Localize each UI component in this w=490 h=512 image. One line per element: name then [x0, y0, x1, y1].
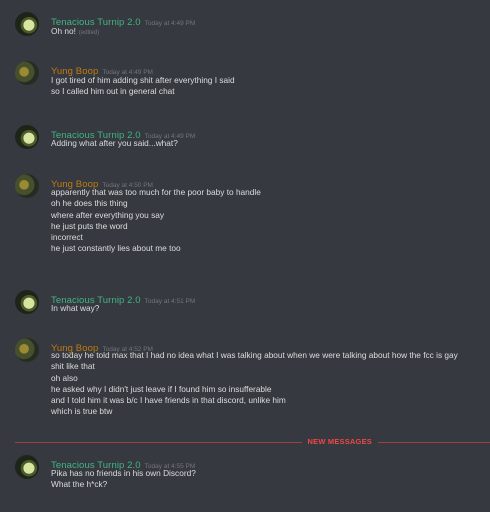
- user-avatar[interactable]: [15, 455, 39, 479]
- message-body: Adding what after you said...what?: [51, 138, 483, 149]
- message-body: In what way?: [51, 303, 483, 314]
- message-line: What the h*ck?: [51, 479, 108, 490]
- edited-tag: (edited): [78, 30, 100, 36]
- user-avatar[interactable]: [15, 12, 39, 36]
- message-header: Tenacious Turnip 2.0 Today at 4:55 PM: [51, 455, 195, 471]
- user-avatar[interactable]: [15, 290, 39, 314]
- message-line: and I told him it was b/c I have friends…: [51, 395, 286, 406]
- user-avatar[interactable]: [15, 125, 39, 149]
- message-line: I got tired of him adding shit after eve…: [51, 75, 235, 85]
- chat-messages: Tenacious Turnip 2.0 Today at 4:49 PM Oh …: [0, 0, 490, 512]
- user-avatar[interactable]: [15, 61, 39, 85]
- message-line: so today he told max that I had no idea …: [51, 350, 458, 360]
- message-header: Tenacious Turnip 2.0 Today at 4:51 PM: [51, 290, 195, 306]
- message-header: Tenacious Turnip 2.0 Today at 4:49 PM: [51, 125, 195, 141]
- message-line: he just constantly lies about me too: [51, 243, 181, 254]
- new-messages-label: NEW MESSAGES: [301, 437, 378, 447]
- message-line: he asked why I didn't just leave if I fo…: [51, 383, 272, 394]
- user-avatar[interactable]: [15, 174, 39, 198]
- message-body: so today he told max that I had no idea …: [51, 350, 483, 418]
- message-header: Tenacious Turnip 2.0 Today at 4:49 PM: [51, 12, 195, 28]
- message-line: apparently that was too much for the poo…: [51, 187, 261, 197]
- message-header: Yung Boop Today at 4:50 PM: [51, 174, 153, 190]
- message-line: Adding what after you said...what?: [51, 138, 178, 148]
- user-avatar[interactable]: [15, 338, 39, 362]
- message-line: he just puts the word: [51, 220, 128, 231]
- message-line: Oh no! (edited): [51, 26, 100, 36]
- message-line: which is true btw: [51, 406, 113, 417]
- message-line: oh he does this thing: [51, 198, 128, 209]
- message-line: In what way?: [51, 303, 100, 313]
- new-messages-divider: NEW MESSAGES: [15, 437, 490, 447]
- divider-rule: [15, 442, 490, 443]
- message-line: so I called him out in general chat: [51, 86, 175, 97]
- message-body: I got tired of him adding shit after eve…: [51, 75, 483, 98]
- message-line: shit like that: [51, 361, 95, 372]
- message-line: incorrect: [51, 232, 83, 243]
- message-line: Pika has no friends in his own Discord?: [51, 468, 196, 478]
- message-body: apparently that was too much for the poo…: [51, 187, 483, 255]
- message-body: Oh no! (edited): [51, 26, 483, 39]
- message-body: Pika has no friends in his own Discord? …: [51, 468, 483, 491]
- message-header: Yung Boop Today at 4:49 PM: [51, 61, 153, 77]
- message-line: where after everything you say: [51, 209, 164, 220]
- message-line: oh also: [51, 372, 78, 383]
